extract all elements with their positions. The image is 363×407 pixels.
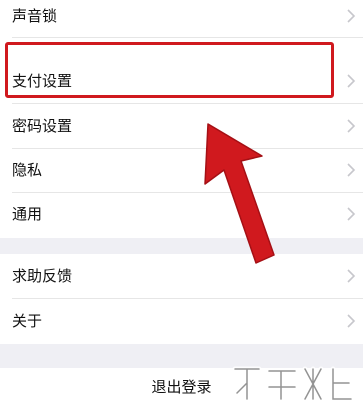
- settings-screen: { "settings": { "group1": [ {"label": "声…: [0, 0, 363, 407]
- annotation-arrow-icon: [204, 123, 275, 264]
- watermark-logo: [232, 366, 354, 402]
